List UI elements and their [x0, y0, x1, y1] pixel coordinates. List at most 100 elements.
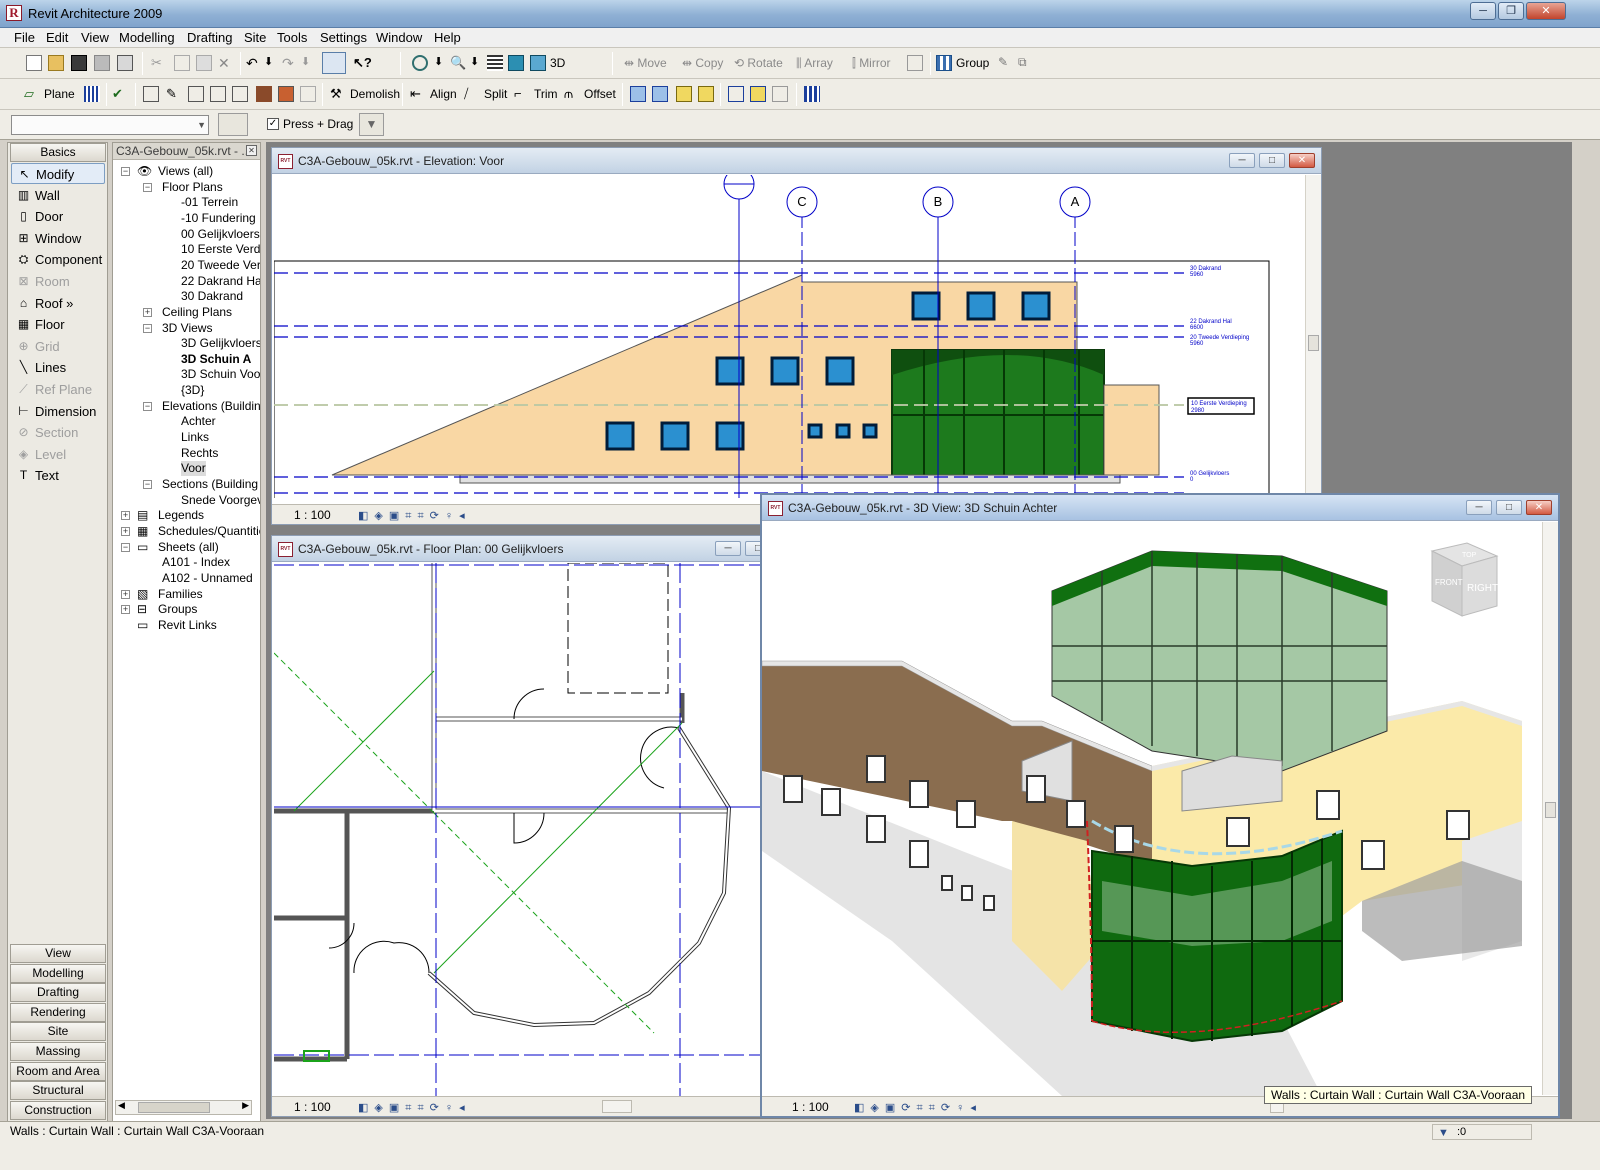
tool-floor[interactable]: ▦ Floor: [11, 314, 105, 335]
browser-item[interactable]: A102 - Unnamed: [162, 571, 253, 586]
elevation-view-window[interactable]: RVT C3A-Gebouw_05k.rvt - Elevation: Voor…: [271, 147, 1322, 525]
work-plane-icon[interactable]: ▱: [24, 86, 40, 102]
browser-item[interactable]: -10 Fundering: [181, 211, 256, 226]
view-maximize-button[interactable]: □: [1496, 500, 1522, 515]
tab-basics[interactable]: Basics: [10, 143, 106, 162]
collapse-icon[interactable]: −: [143, 182, 152, 192]
tool-component[interactable]: ⛭ Component: [11, 249, 105, 270]
browser-node[interactable]: Schedules/Quantitie: [158, 524, 260, 539]
tool-lines[interactable]: ╲ Lines: [11, 357, 105, 378]
browser-item[interactable]: -01 Terrein: [181, 195, 238, 210]
restore-button[interactable]: ❐: [1498, 2, 1524, 20]
scroll-right-icon[interactable]: ▶: [242, 1100, 249, 1111]
browser-node[interactable]: Groups: [158, 602, 197, 617]
view-controls-icons[interactable]: ◧◈▣⌗⌗⟳♀◂: [358, 509, 471, 523]
tab-view[interactable]: View: [10, 944, 106, 963]
copy-to-clipboard-icon[interactable]: [630, 86, 646, 102]
collapse-icon[interactable]: −: [121, 167, 130, 176]
view-close-button[interactable]: ✕: [1289, 153, 1315, 168]
browser-item[interactable]: A101 - Index: [162, 555, 230, 570]
expand-icon[interactable]: +: [121, 605, 130, 615]
save-all-icon[interactable]: [94, 55, 110, 71]
new-icon[interactable]: [26, 55, 42, 71]
offset-icon[interactable]: ⫙: [564, 86, 580, 102]
minimize-button[interactable]: ─: [1470, 2, 1496, 20]
tag-icon[interactable]: [728, 86, 744, 102]
tool-wall[interactable]: ▥ Wall: [11, 185, 105, 206]
view-controls-icons[interactable]: ◧◈▣⌗⌗⟳♀◂: [358, 1101, 471, 1115]
select-mode-icon[interactable]: [322, 52, 346, 74]
grid-toggle-icon[interactable]: [84, 86, 100, 102]
browser-node[interactable]: Elevations (Building: [162, 399, 260, 414]
scroll-thumb[interactable]: [1308, 335, 1319, 351]
paste-icon[interactable]: [196, 55, 212, 71]
browser-node[interactable]: Views (all): [158, 164, 213, 179]
threed-model-drawing[interactable]: TOP FRONT RIGHT: [762, 521, 1542, 1096]
view-minimize-button[interactable]: ─: [1229, 153, 1255, 168]
browser-node[interactable]: 3D Views: [162, 321, 212, 336]
cut-icon[interactable]: ✂: [151, 55, 167, 71]
whats-this-help-icon[interactable]: ↖?: [353, 55, 372, 71]
browser-item[interactable]: 22 Dakrand Ha: [181, 274, 260, 289]
horizontal-scrollbar[interactable]: ◀ ▶: [115, 1100, 252, 1115]
type-selector[interactable]: ▼: [11, 115, 209, 135]
tab-modelling[interactable]: Modelling: [10, 963, 106, 983]
save-icon[interactable]: [71, 55, 87, 71]
view-scale[interactable]: 1 : 100: [792, 1100, 829, 1114]
collapse-icon[interactable]: −: [121, 542, 130, 552]
ungroup-icon[interactable]: [698, 86, 714, 102]
collapse-icon[interactable]: −: [143, 480, 152, 489]
tool-roof[interactable]: ⌂ Roof »: [11, 293, 105, 314]
type-properties-button[interactable]: [218, 113, 248, 136]
browser-node[interactable]: Sheets (all): [158, 540, 219, 555]
zoom-dropdown-icon[interactable]: ⬇: [470, 55, 486, 71]
paint-bucket-icon[interactable]: [256, 86, 272, 102]
shading-icon[interactable]: [508, 55, 524, 71]
menu-drafting[interactable]: Drafting: [187, 30, 233, 45]
tool-window[interactable]: ⊞ Window: [11, 228, 105, 249]
tab-room-and-area[interactable]: Room and Area: [10, 1061, 106, 1081]
lock-icon[interactable]: ✎: [998, 55, 1014, 71]
group-button[interactable]: Group: [956, 54, 989, 73]
vertical-scrollbar[interactable]: [1542, 522, 1558, 1095]
open-icon[interactable]: [48, 55, 64, 71]
browser-item[interactable]: Voor: [181, 461, 206, 477]
demolish-button[interactable]: Demolish: [350, 85, 400, 104]
offset-button[interactable]: Offset: [584, 85, 616, 104]
plane-button[interactable]: Plane: [44, 85, 75, 104]
undo-dropdown-icon[interactable]: ⬇: [264, 55, 280, 71]
view-maximize-button[interactable]: □: [1259, 153, 1285, 168]
browser-node[interactable]: Families: [158, 587, 203, 602]
browser-item[interactable]: 20 Tweede Ver: [181, 258, 260, 273]
floorplan-drawing[interactable]: [274, 563, 764, 1096]
menu-settings[interactable]: Settings: [320, 30, 367, 45]
collapse-icon[interactable]: −: [143, 401, 152, 411]
print-icon[interactable]: [117, 55, 133, 71]
browser-item[interactable]: Snede Voorgev: [181, 493, 260, 508]
browser-node[interactable]: Ceiling Plans: [162, 305, 232, 320]
scroll-thumb[interactable]: [1545, 802, 1556, 818]
close-button[interactable]: ✕: [1526, 2, 1566, 20]
3d-view-button[interactable]: 3D: [550, 54, 565, 73]
tab-massing[interactable]: Massing: [10, 1042, 106, 1061]
view-minimize-button[interactable]: ─: [715, 541, 741, 556]
trim-icon[interactable]: ⌐: [514, 86, 530, 102]
paste-aligned-icon[interactable]: [652, 86, 668, 102]
view-controls-icons[interactable]: ◧◈▣⟳⌗⌗⟳♀◂: [854, 1101, 982, 1115]
split-button[interactable]: Split: [484, 85, 507, 104]
hammer-icon[interactable]: ⚒: [330, 86, 346, 102]
menu-tools[interactable]: Tools: [277, 30, 307, 45]
scroll-thumb[interactable]: [602, 1100, 632, 1113]
tab-site[interactable]: Site: [10, 1022, 106, 1042]
browser-item[interactable]: 3D Gelijkvloers: [181, 336, 260, 351]
tab-rendering[interactable]: Rendering: [10, 1002, 106, 1022]
create-similar-icon[interactable]: [750, 86, 766, 102]
tab-drafting[interactable]: Drafting: [10, 983, 106, 1003]
browser-node[interactable]: Legends: [158, 508, 204, 523]
join-icon[interactable]: [210, 86, 226, 102]
view-close-button[interactable]: ✕: [1526, 500, 1552, 515]
browser-item[interactable]: 10 Eerste Verdie: [181, 242, 260, 257]
tab-construction[interactable]: Construction: [10, 1100, 106, 1120]
menu-file[interactable]: File: [14, 30, 35, 45]
link-icon[interactable]: ⧉: [1018, 55, 1034, 71]
